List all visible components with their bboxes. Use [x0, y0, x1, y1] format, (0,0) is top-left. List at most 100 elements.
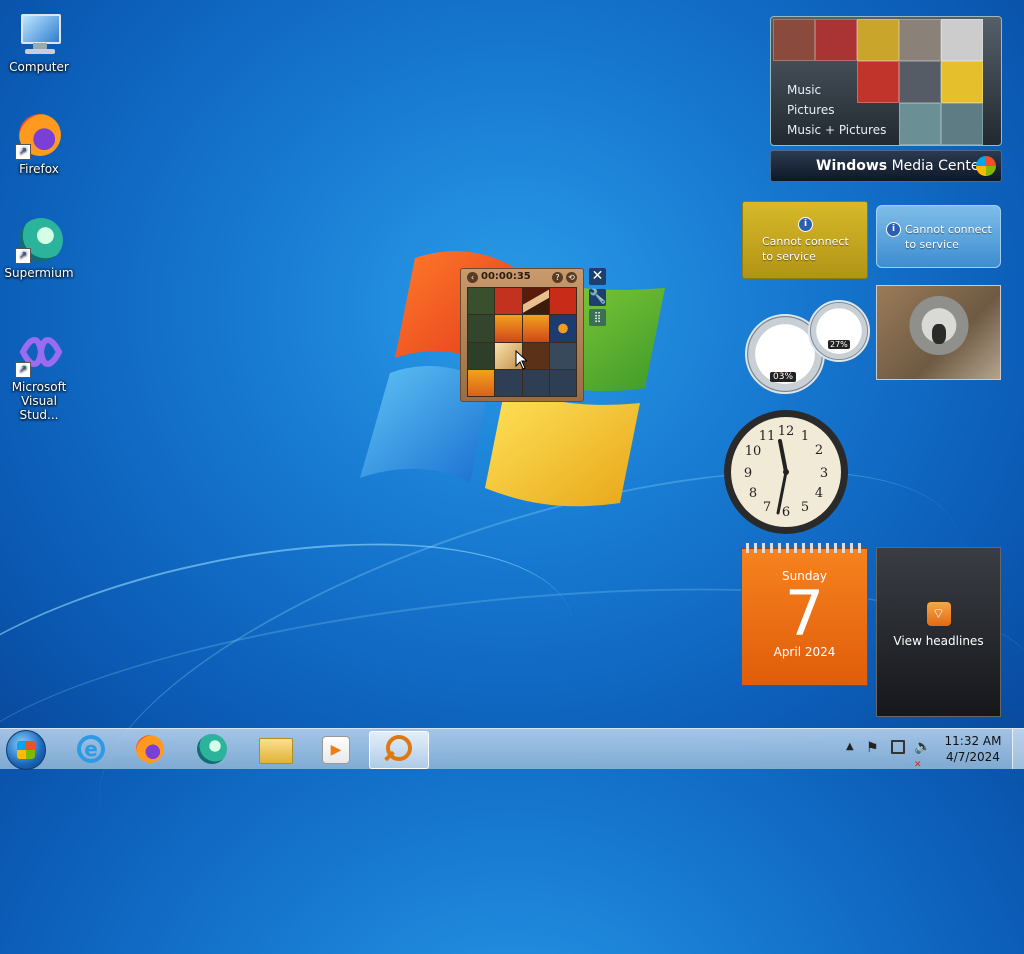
supermium-icon	[197, 734, 227, 764]
folder-icon	[259, 738, 293, 764]
puzzle-piece[interactable]	[468, 288, 495, 315]
puzzle-piece[interactable]	[495, 288, 522, 315]
network-icon[interactable]	[891, 740, 905, 754]
taskbar-media-player[interactable]: ▶	[305, 731, 363, 767]
desktop-icon-supermium[interactable]: ↗ Supermium	[1, 216, 77, 280]
wallpaper-streak	[0, 490, 600, 892]
puzzle-piece[interactable]	[522, 288, 549, 315]
puzzle-piece[interactable]	[522, 369, 549, 396]
puzzle-piece[interactable]	[468, 315, 495, 342]
back-icon[interactable]: ‹	[467, 272, 478, 283]
desktop-icon-visual-studio[interactable]: ↗ Microsoft Visual Stud...	[1, 330, 77, 422]
internet-explorer-icon: e	[77, 735, 105, 763]
drag-handle-icon[interactable]: ⣿	[589, 309, 606, 326]
svg-text:8: 8	[749, 486, 757, 501]
puzzle-piece[interactable]	[549, 369, 576, 396]
firefox-icon: ↗	[15, 112, 63, 160]
svg-text:2: 2	[815, 443, 823, 458]
svg-text:1: 1	[801, 429, 809, 444]
computer-icon	[15, 10, 63, 58]
koala-nose	[932, 324, 946, 344]
shuffle-icon[interactable]: ⟲	[566, 272, 577, 283]
show-desktop-button[interactable]	[1012, 729, 1024, 769]
taskbar-file-explorer[interactable]	[245, 731, 303, 767]
currency-gadget[interactable]: i Cannot connect to service	[876, 205, 1001, 268]
puzzle-piece[interactable]	[468, 342, 495, 369]
desktop-icon-label: Visual Stud...	[19, 394, 59, 422]
show-hidden-icons-icon[interactable]: ▲	[846, 741, 854, 752]
media-center-menu-music-pictures[interactable]: Music + Pictures	[787, 120, 886, 140]
puzzle-piece[interactable]	[468, 369, 495, 396]
system-clock[interactable]: 11:32 AM 4/7/2024	[930, 733, 1016, 765]
taskbar-firefox[interactable]	[121, 731, 179, 767]
clock-time: 11:32 AM	[944, 734, 1002, 748]
puzzle-grid[interactable]	[467, 287, 577, 397]
calendar-month-year: April 2024	[773, 645, 836, 659]
shortcut-arrow-icon: ↗	[15, 248, 31, 264]
cpu-value: 03%	[770, 372, 797, 382]
clock-date: 4/7/2024	[946, 750, 1000, 764]
info-icon: i	[886, 222, 901, 237]
rss-icon: ⌔	[926, 602, 951, 626]
svg-text:11: 11	[759, 429, 776, 444]
clock-gadget[interactable]: 12 12 345 678 91011	[722, 408, 850, 536]
media-center-tiles: Music Pictures Music + Pictures	[770, 16, 1002, 146]
puzzle-piece[interactable]	[522, 315, 549, 342]
svg-text:3: 3	[820, 466, 828, 481]
media-center-brand-bold: Windows	[816, 158, 888, 174]
supermium-icon: ↗	[15, 216, 63, 264]
taskbar-internet-explorer[interactable]: e	[61, 731, 119, 767]
help-icon[interactable]: ?	[552, 272, 563, 283]
visual-studio-icon: ↗	[15, 330, 63, 378]
close-gadget-icon[interactable]: ✕	[589, 268, 606, 285]
weather-message: Cannot connect	[762, 235, 849, 248]
media-center-gadget[interactable]: Music Pictures Music + Pictures Windows …	[770, 16, 1002, 182]
calendar-rings	[746, 543, 862, 553]
media-center-menu-pictures[interactable]: Pictures	[787, 100, 886, 120]
start-button[interactable]	[6, 730, 46, 770]
puzzle-piece[interactable]	[495, 369, 522, 396]
media-center-launch-bar[interactable]: Windows Media Center	[770, 150, 1002, 182]
shortcut-arrow-icon: ↗	[15, 144, 31, 160]
feed-headlines-gadget[interactable]: ⌔ View headlines	[876, 547, 1001, 717]
puzzle-piece[interactable]	[549, 342, 576, 369]
svg-text:12: 12	[778, 424, 795, 439]
slideshow-gadget[interactable]	[876, 285, 1001, 380]
action-center-flag-icon[interactable]: ⚑	[866, 740, 879, 756]
currency-message: to service	[905, 238, 959, 251]
windows-flag-icon	[976, 156, 996, 176]
options-wrench-icon[interactable]: 🔧	[589, 289, 606, 306]
memory-value: 27%	[828, 340, 850, 349]
svg-text:6: 6	[782, 505, 790, 520]
svg-text:9: 9	[744, 466, 752, 481]
puzzle-piece[interactable]	[549, 315, 576, 342]
currency-message: Cannot connect	[905, 223, 992, 236]
desktop-icon-label: Supermium	[4, 266, 74, 280]
mouse-cursor-icon	[515, 350, 527, 370]
puzzle-piece[interactable]	[495, 315, 522, 342]
taskbar-supermium[interactable]	[183, 731, 241, 767]
svg-text:7: 7	[763, 500, 771, 515]
svg-text:4: 4	[815, 486, 823, 501]
puzzle-piece[interactable]	[549, 288, 576, 315]
memory-gauge	[808, 300, 870, 362]
cpu-meter-gadget[interactable]: 03% 27%	[742, 300, 872, 394]
taskbar: e ▶ ▲ ⚑ 🔈✕ 11:32 AM 4/7/2024	[0, 728, 1024, 771]
firefox-icon	[136, 735, 164, 763]
weather-gadget[interactable]: i Cannot connect to service	[742, 201, 868, 279]
taskbar-search[interactable]	[369, 731, 429, 769]
media-center-menu-music[interactable]: Music	[787, 80, 886, 100]
media-center-brand: Media Center	[887, 158, 986, 174]
calendar-gadget[interactable]: Sunday 7 April 2024	[741, 543, 868, 686]
desktop-icon-label: Computer	[9, 60, 69, 74]
desktop-icon-firefox[interactable]: ↗ Firefox	[1, 112, 77, 176]
desktop-icon-label: Microsoft	[11, 380, 67, 394]
svg-text:5: 5	[801, 500, 809, 515]
view-headlines-link[interactable]: View headlines	[877, 634, 1000, 648]
shortcut-arrow-icon: ↗	[15, 362, 31, 378]
info-icon: i	[798, 217, 813, 232]
picture-puzzle-gadget[interactable]: ‹ 00:00:35 ? ⟲	[460, 268, 584, 402]
desktop-icon-computer[interactable]: Computer	[1, 10, 77, 74]
volume-muted-icon[interactable]: 🔈✕	[914, 739, 931, 771]
weather-message: to service	[762, 250, 816, 263]
